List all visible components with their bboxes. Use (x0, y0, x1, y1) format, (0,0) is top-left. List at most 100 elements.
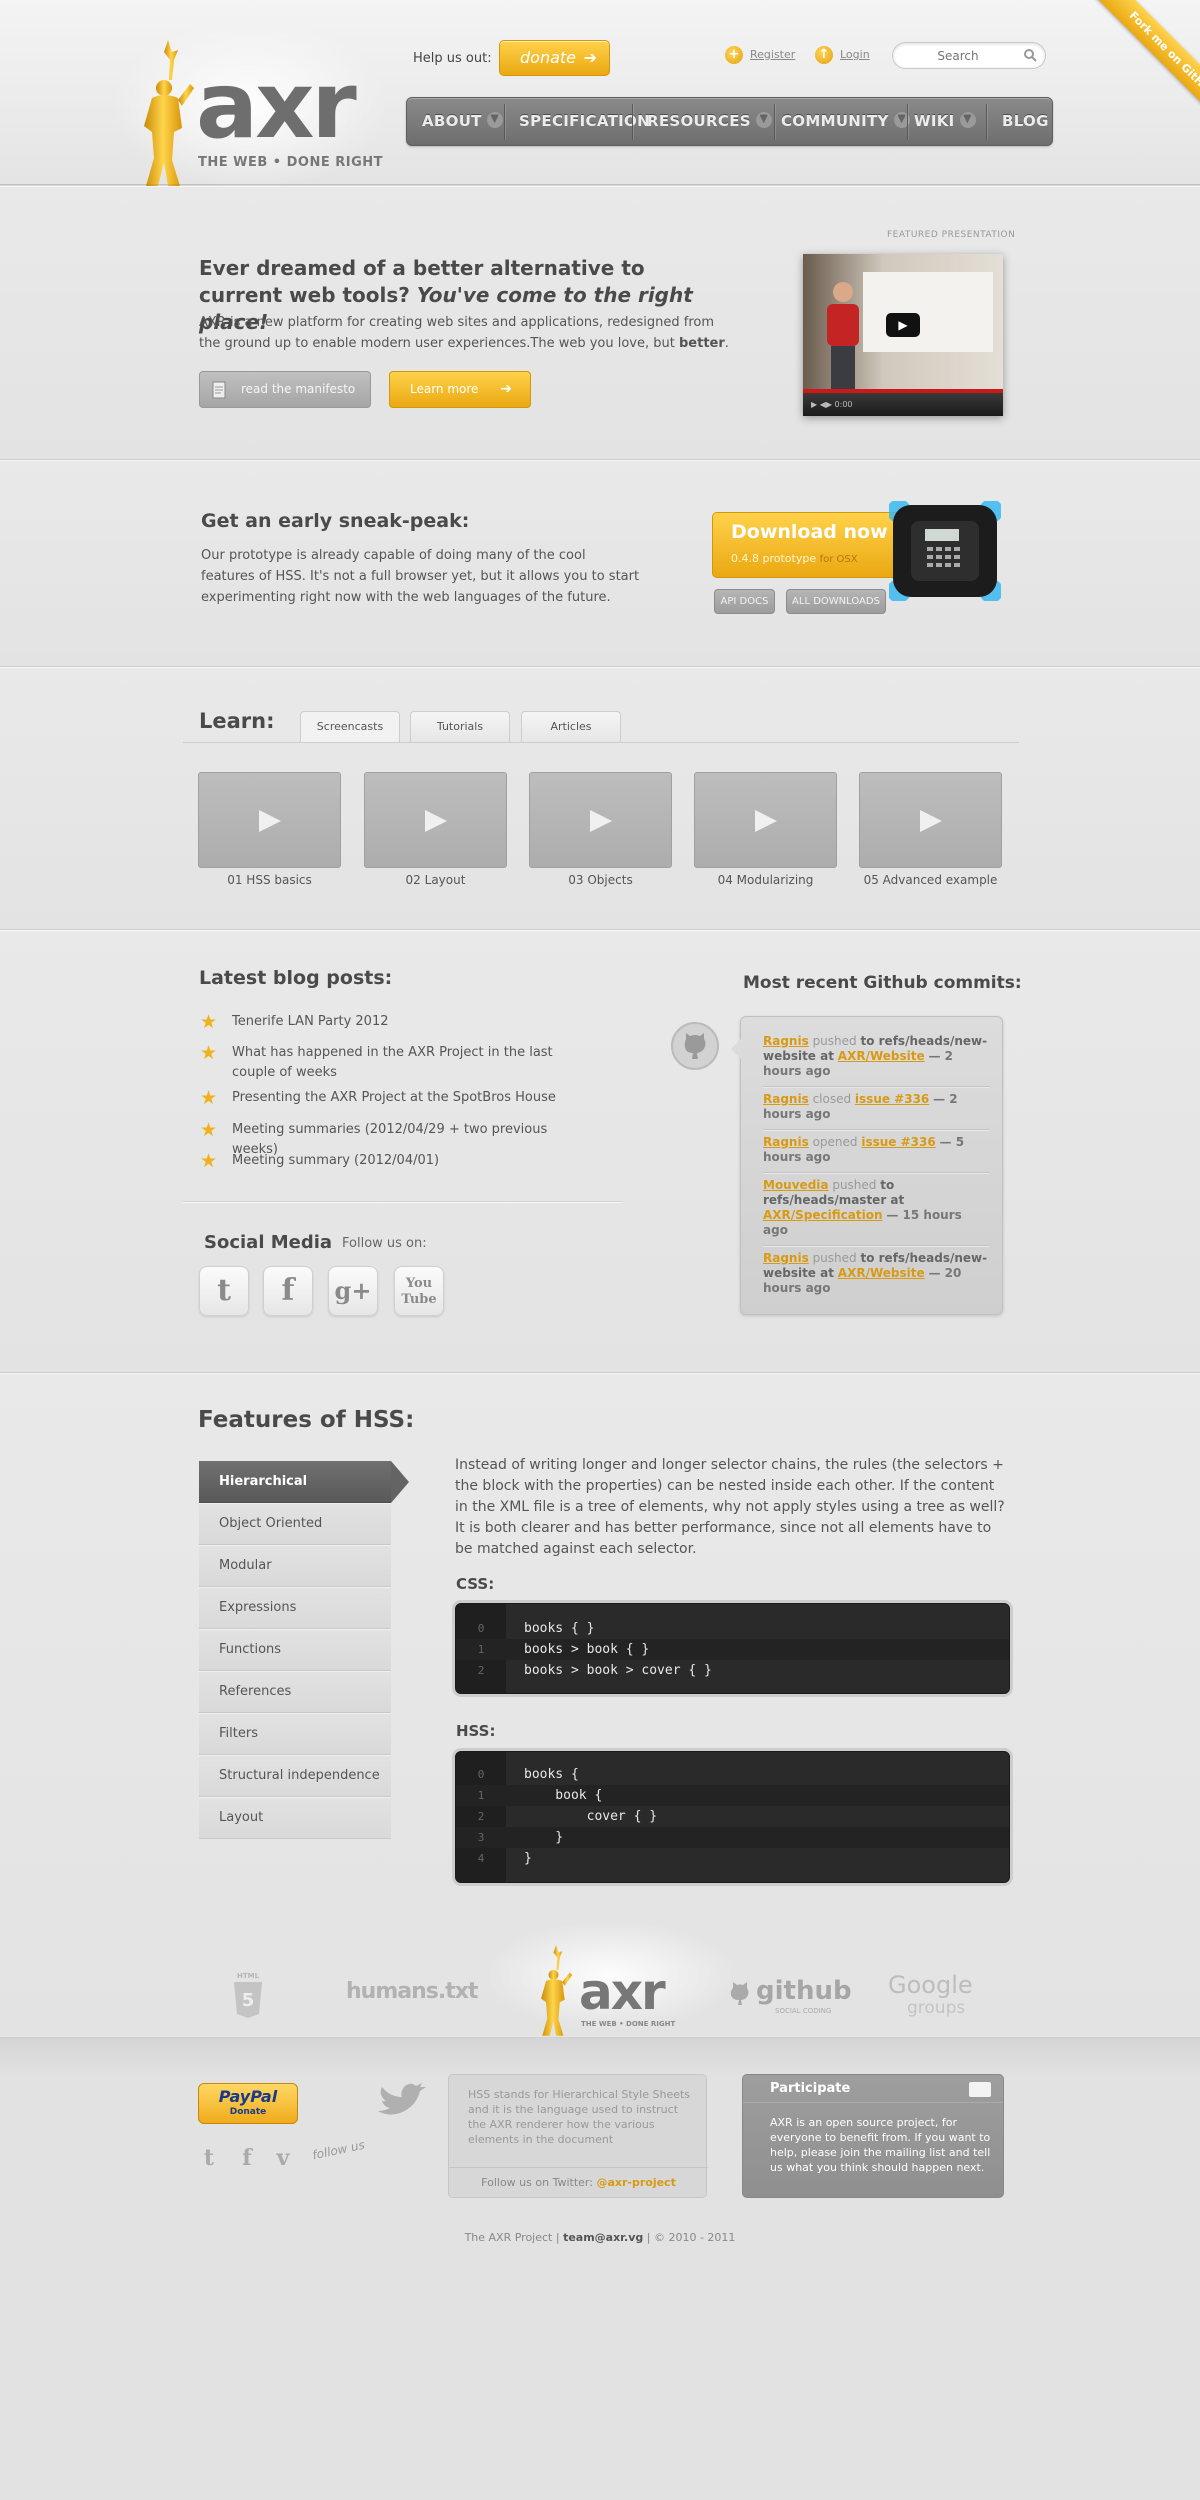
fork-me-ribbon[interactable]: Fork me on GitHub (1085, 0, 1200, 142)
read-manifesto-button[interactable]: read the manifesto (199, 371, 371, 408)
blog-post-item[interactable]: ★ Meeting summary (2012/04/01) (200, 1151, 580, 1171)
mail-icon[interactable] (969, 2082, 991, 2097)
code-line: 3 } (456, 1827, 1009, 1848)
video-title[interactable]: 01 HSS basics (198, 873, 341, 887)
html5-caption: HTML (237, 1972, 260, 1980)
feature-item-references[interactable]: References (199, 1671, 391, 1713)
video-title[interactable]: 05 Advanced example (859, 873, 1002, 887)
arrow-right-icon: ➔ (500, 381, 512, 397)
commit-target-link[interactable]: AXR/Specification (763, 1208, 883, 1222)
donate-label: donate (520, 48, 577, 67)
axr-footer-logo[interactable]: axr (579, 1967, 666, 2017)
video-time: 0:00 (834, 400, 853, 409)
commit-user-link[interactable]: Ragnis (763, 1034, 809, 1048)
search-icon[interactable] (1023, 48, 1037, 62)
help-label: Help us out: (413, 51, 492, 66)
donate-button[interactable]: donate ➔ (499, 40, 610, 76)
download-now-button[interactable]: Download now 0.4.8 prototype for OSX (712, 512, 902, 578)
youtube-icon[interactable]: You Tube (394, 1266, 444, 1316)
commit-target-link[interactable]: issue #336 (861, 1135, 935, 1149)
video-title[interactable]: 02 Layout (364, 873, 507, 887)
google-groups-label: groups (907, 1998, 966, 2018)
blog-post-link[interactable]: Meeting summary (2012/04/01) (232, 1153, 439, 1168)
tab-articles[interactable]: Articles (521, 711, 621, 742)
commit-target-link[interactable]: issue #336 (855, 1092, 929, 1106)
axr-mascot-icon (144, 40, 194, 186)
video-thumbnail[interactable] (364, 772, 507, 868)
play-icon (920, 810, 942, 832)
commit-user-link[interactable]: Mouvedia (763, 1178, 829, 1192)
commit-user-link[interactable]: Ragnis (763, 1092, 809, 1106)
nav-item-about[interactable]: ABOUT ▼ (422, 98, 503, 145)
video-thumbnail[interactable] (859, 772, 1002, 868)
google-plus-icon[interactable]: g+ (328, 1266, 378, 1316)
feature-item-filters[interactable]: Filters (199, 1713, 391, 1755)
tab-underline (183, 742, 1019, 743)
play-icon (259, 810, 281, 832)
learn-more-button[interactable]: Learn more ➔ (389, 371, 531, 408)
blog-post-link[interactable]: Presenting the AXR Project at the SpotBr… (232, 1090, 556, 1105)
axr-footer-tagline: THE WEB • DONE RIGHT (581, 2020, 676, 2028)
nav-item-specification[interactable]: SPECIFICATION (519, 98, 650, 145)
code-text: books > book { } (524, 1642, 650, 1657)
logo-wordmark[interactable]: axr (196, 60, 357, 152)
play-icon[interactable]: ▶ (886, 313, 920, 337)
nav-item-community[interactable]: COMMUNITY ▼ (781, 98, 910, 145)
blog-post-link[interactable]: Tenerife LAN Party 2012 (232, 1014, 389, 1029)
twitter-handle-link[interactable]: @axr-project (596, 2176, 675, 2189)
nav-item-resources[interactable]: RESOURCES ▼ (647, 98, 772, 145)
blog-post-item[interactable]: ★ What has happened in the AXR Project in… (200, 1043, 580, 1083)
feature-item-hierarchical[interactable]: Hierarchical (199, 1461, 409, 1503)
feature-item-modular[interactable]: Modular (199, 1545, 391, 1587)
video-thumbnail[interactable] (694, 772, 837, 868)
code-line: 2 cover { } (456, 1806, 1009, 1827)
plus-icon: + (725, 46, 743, 64)
video-thumbnail[interactable] (529, 772, 672, 868)
line-number: 3 (477, 1831, 485, 1844)
video-title[interactable]: 03 Objects (529, 873, 672, 887)
paypal-donate-button[interactable]: PayPal Donate (198, 2083, 298, 2124)
commit-target-link[interactable]: AXR/Website (838, 1266, 925, 1280)
twitter-icon[interactable]: t (199, 1266, 249, 1316)
vimeo-icon[interactable]: v (273, 2145, 293, 2171)
code-text: } (524, 1830, 564, 1845)
prototype-device-icon (889, 501, 1001, 601)
copyright-years: | © 2010 - 2011 (646, 2231, 736, 2244)
blog-post-item[interactable]: ★ Tenerife LAN Party 2012 (200, 1012, 580, 1032)
facebook-icon[interactable]: f (263, 1266, 313, 1316)
commit-target-link[interactable]: AXR/Website (838, 1049, 925, 1063)
tab-screencasts[interactable]: Screencasts (300, 711, 400, 743)
nav-about-label: ABOUT (422, 112, 482, 130)
video-thumbnail[interactable] (198, 772, 341, 868)
twitter-icon[interactable]: t (199, 2145, 219, 2171)
search-input[interactable] (903, 47, 1013, 65)
contact-email-link[interactable]: team@axr.vg (563, 2231, 643, 2244)
code-text: books > book > cover { } (524, 1663, 712, 1678)
commit-item: Ragnis opened issue #336 — 5 hours ago (763, 1130, 990, 1173)
feature-item-expressions[interactable]: Expressions (199, 1587, 391, 1629)
blog-post-item[interactable]: ★ Presenting the AXR Project at the SpotB… (200, 1088, 580, 1108)
google-groups-logo[interactable]: Google (888, 1971, 973, 1999)
register-link[interactable]: Register (750, 48, 795, 61)
nav-divider (774, 104, 775, 140)
commit-user-link[interactable]: Ragnis (763, 1251, 809, 1265)
github-logo[interactable]: github (756, 1976, 852, 2006)
all-downloads-button[interactable]: ALL DOWNLOADS (786, 589, 886, 614)
feature-item-layout[interactable]: Layout (199, 1797, 391, 1839)
line-number: 2 (477, 1664, 485, 1677)
api-docs-button[interactable]: API DOCS (714, 589, 775, 614)
nav-item-wiki[interactable]: WIKI ▼ (914, 98, 976, 145)
facebook-icon[interactable]: f (237, 2145, 257, 2171)
commit-user-link[interactable]: Ragnis (763, 1135, 809, 1149)
feature-item-object-oriented[interactable]: Object Oriented (199, 1503, 391, 1545)
login-link[interactable]: Login (840, 48, 870, 61)
humans-txt-logo[interactable]: humans.txt (346, 1979, 478, 2004)
logo-tagline: THE WEB • DONE RIGHT (198, 155, 384, 170)
feature-item-functions[interactable]: Functions (199, 1629, 391, 1671)
tab-tutorials[interactable]: Tutorials (410, 711, 510, 742)
featured-video-player[interactable]: ▶ ▶ ◀▶ 0:00 (803, 254, 1003, 416)
html5-logo[interactable]: HTML 5 (232, 1970, 264, 2020)
feature-item-structural-independence[interactable]: Structural independence (199, 1755, 391, 1797)
video-title[interactable]: 04 Modularizing (694, 873, 837, 887)
blog-post-link[interactable]: What has happened in the AXR Project in … (232, 1045, 553, 1080)
